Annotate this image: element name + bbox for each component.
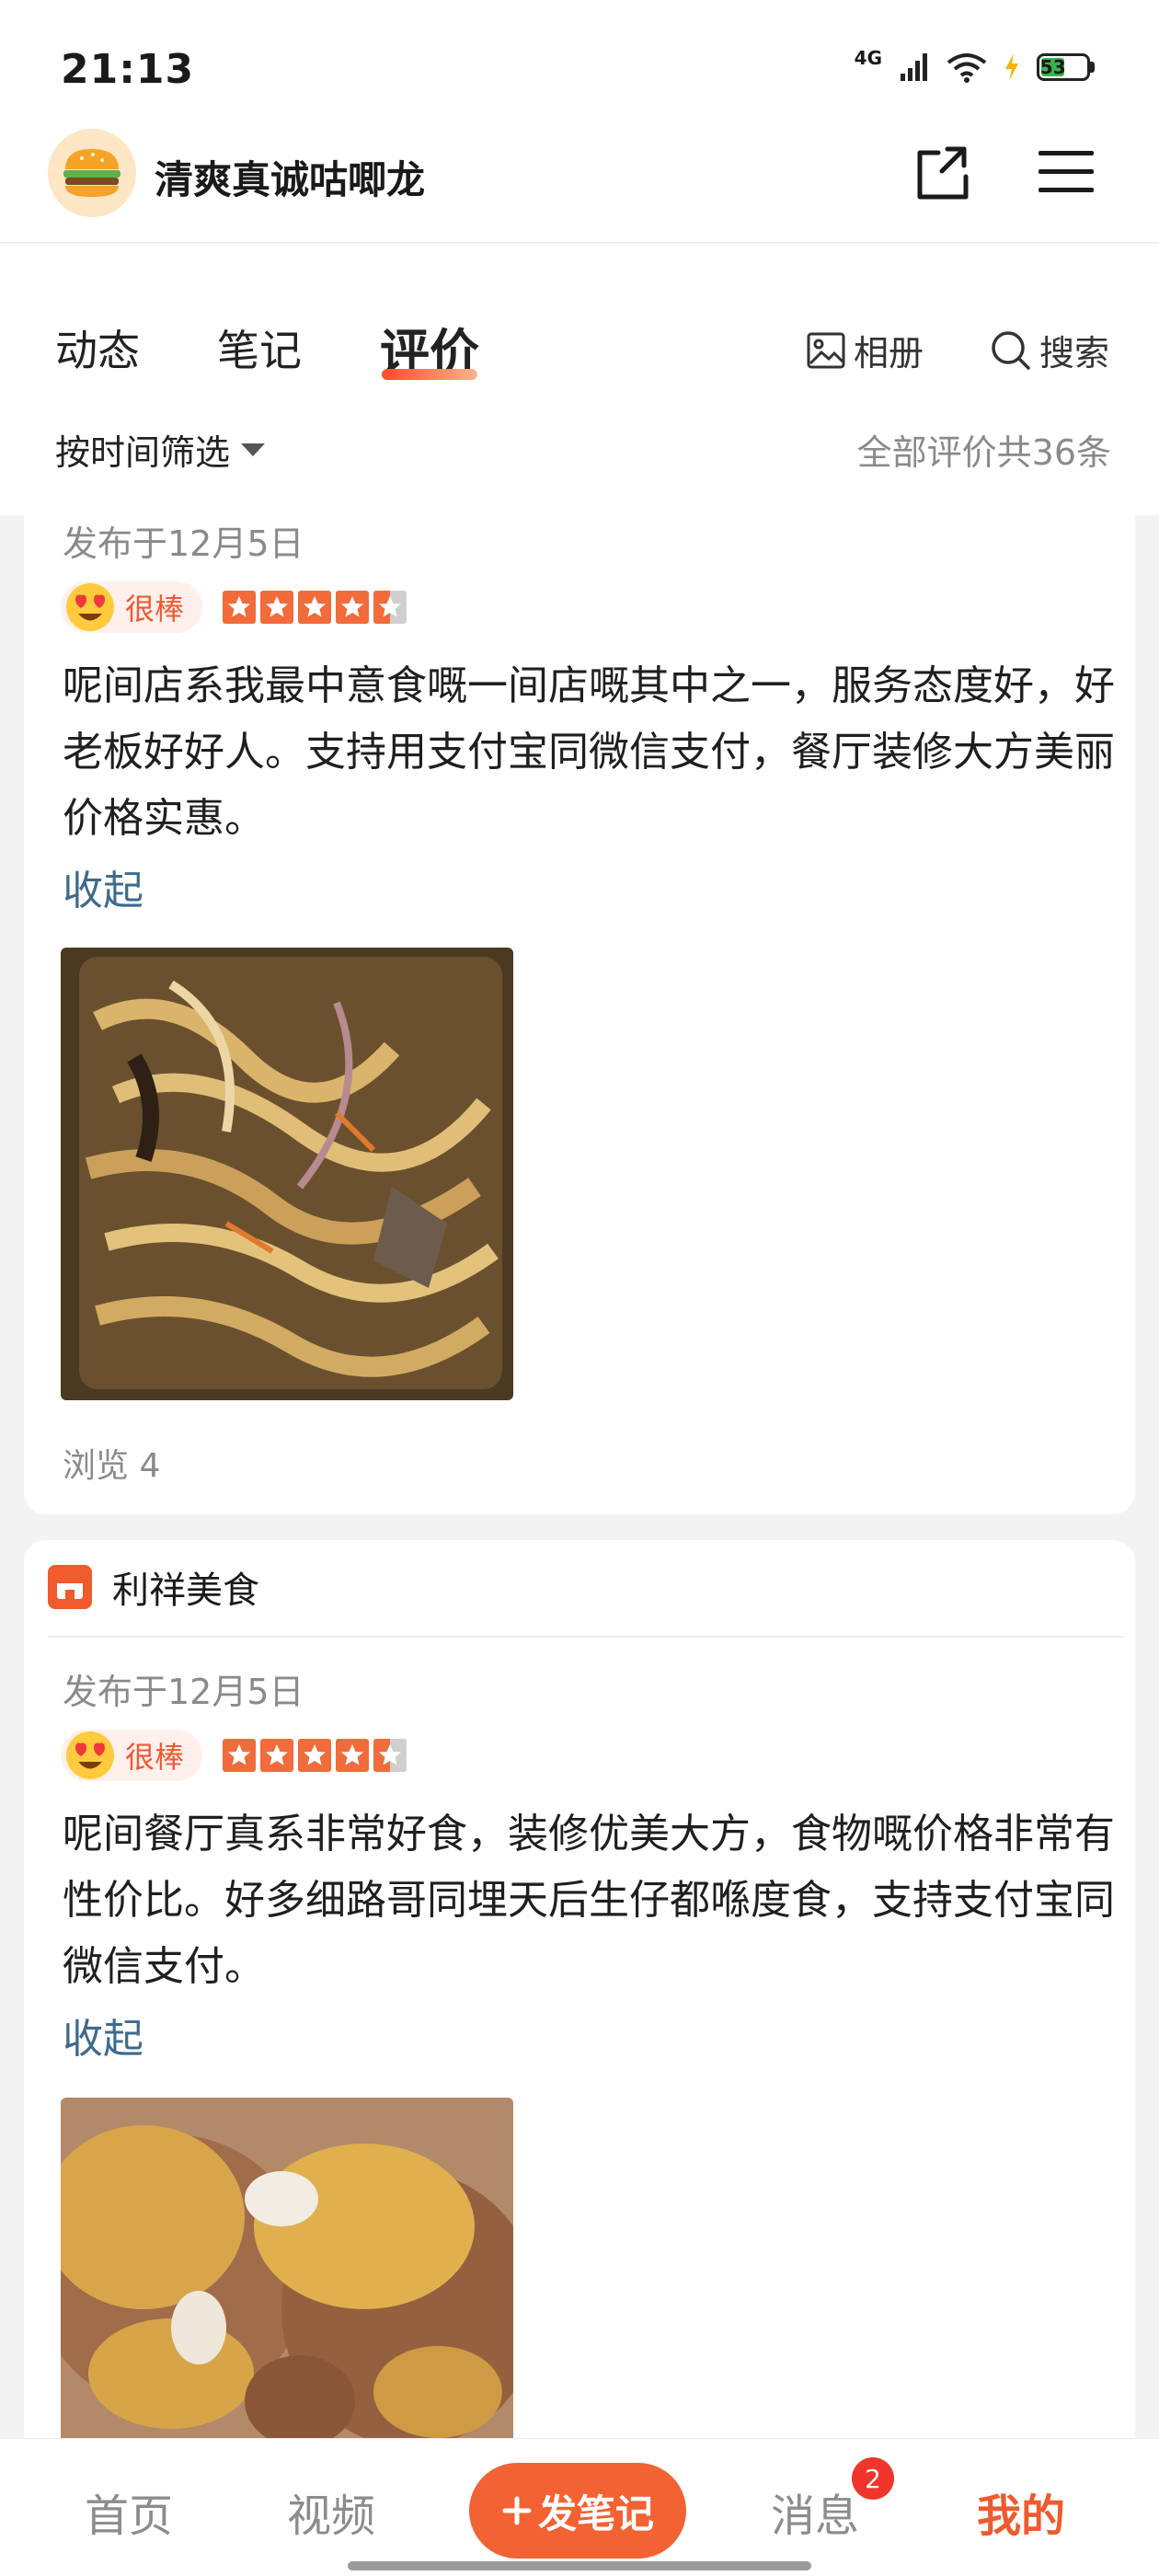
review-date: 发布于12月5日 xyxy=(63,1672,304,1712)
review-date: 发布于12月5日 xyxy=(63,523,304,564)
review-photo[interactable] xyxy=(61,948,513,1400)
cell-signal-icon xyxy=(901,53,927,81)
menu-icon[interactable] xyxy=(1036,142,1096,202)
rating-badge-label: 很棒 xyxy=(125,592,185,627)
burger-icon xyxy=(63,149,120,197)
rating-row: 很棒 xyxy=(61,1730,407,1781)
half-star-icon xyxy=(373,591,407,624)
tabs-area: 动态 笔记 评价 相册 搜索 按时间筛选 全部评价共36条 xyxy=(0,244,1159,515)
star-icon xyxy=(223,591,257,624)
star-icon xyxy=(336,591,370,624)
album-button[interactable]: 相册 xyxy=(806,325,924,375)
nav-home[interactable]: 首页 xyxy=(85,2479,173,2544)
rating-badge: 很棒 xyxy=(61,581,203,633)
status-time: 21:13 xyxy=(61,46,195,93)
collapse-link[interactable]: 收起 xyxy=(63,2006,143,2064)
rating-badge-label: 很棒 xyxy=(125,1740,185,1775)
battery-level: 53 xyxy=(1039,56,1066,78)
message-count-badge: 2 xyxy=(852,2457,894,2500)
search-label: 搜索 xyxy=(1039,333,1110,374)
fried-chicken-photo xyxy=(61,2098,513,2484)
post-note-button[interactable]: 发笔记 xyxy=(469,2463,686,2559)
page-title: 清爽真诚咕唧龙 xyxy=(155,157,426,202)
caret-down-icon xyxy=(241,443,266,456)
heart-eyes-emoji-icon xyxy=(66,1731,114,1779)
star-rating xyxy=(223,591,407,624)
review-photo[interactable] xyxy=(61,2098,513,2484)
bottom-nav: 首页 视频 发笔记 消息 2 我的 xyxy=(0,2438,1159,2576)
shop-header: 清爽真诚咕唧龙 xyxy=(0,129,1159,243)
shop-name: 利祥美食 xyxy=(112,1570,259,1612)
status-icons: 4G 53 xyxy=(855,47,1095,83)
nav-messages[interactable]: 消息 xyxy=(771,2479,859,2544)
search-button[interactable]: 搜索 xyxy=(990,325,1109,375)
heart-eyes-emoji-icon xyxy=(66,583,114,631)
share-icon[interactable] xyxy=(911,140,975,204)
star-icon xyxy=(260,1739,294,1772)
star-icon xyxy=(260,591,294,624)
avatar[interactable] xyxy=(48,129,136,217)
review-card: 利祥美食 发布于12月5日 很棒 呢间餐厅真系非常好食，装修优美大方，食物嘅价格… xyxy=(24,1540,1135,2576)
review-text: 呢间店系我最中意食嘅一间店嘅其中之一，服务态度好，好老板好好人。支持用支付宝同微… xyxy=(63,662,1115,842)
time-filter-dropdown[interactable]: 按时间筛选 xyxy=(55,424,267,475)
home-indicator[interactable] xyxy=(348,2561,811,2570)
star-icon xyxy=(336,1739,370,1772)
star-icon xyxy=(223,1739,257,1772)
star-rating xyxy=(223,1739,407,1772)
store-icon xyxy=(48,1565,92,1609)
tab-dynamics[interactable]: 动态 xyxy=(55,317,140,378)
rating-row: 很棒 xyxy=(61,581,407,633)
stir-fried-noodles-photo xyxy=(61,948,513,1400)
review-card: 发布于12月5日 很棒 呢间店系我最中意食嘅一间店嘅其中之一，服务态度好，好老板… xyxy=(24,515,1135,1514)
collapse-link[interactable]: 收起 xyxy=(63,857,143,916)
status-bar: 21:13 4G 53 xyxy=(0,0,1159,129)
tab-notes[interactable]: 笔记 xyxy=(217,317,302,378)
image-icon xyxy=(807,332,845,368)
filter-label: 按时间筛选 xyxy=(55,432,231,473)
review-text: 呢间餐厅真系非常好食，装修优美大方，食物嘅价格非常有性价比。好多细路哥同埋天后生… xyxy=(63,1811,1115,1990)
rating-badge: 很棒 xyxy=(61,1730,203,1781)
nav-me[interactable]: 我的 xyxy=(977,2479,1065,2544)
album-label: 相册 xyxy=(854,333,924,374)
review-total-count: 全部评价共36条 xyxy=(856,432,1111,473)
plus-icon xyxy=(502,2496,532,2525)
wifi-icon xyxy=(947,53,987,83)
active-tab-indicator xyxy=(382,369,477,380)
charging-icon xyxy=(1005,53,1018,81)
star-icon xyxy=(298,591,332,624)
star-icon xyxy=(298,1739,332,1772)
half-star-icon xyxy=(373,1739,407,1772)
post-note-label: 发笔记 xyxy=(537,2490,654,2536)
shop-row[interactable]: 利祥美食 xyxy=(48,1560,259,1614)
network-type: 4G xyxy=(854,47,882,69)
search-icon xyxy=(992,330,1030,370)
battery-icon: 53 xyxy=(1037,53,1095,81)
view-count: 浏览 4 xyxy=(63,1447,161,1485)
divider xyxy=(48,1636,1124,1638)
nav-video[interactable]: 视频 xyxy=(287,2479,375,2544)
